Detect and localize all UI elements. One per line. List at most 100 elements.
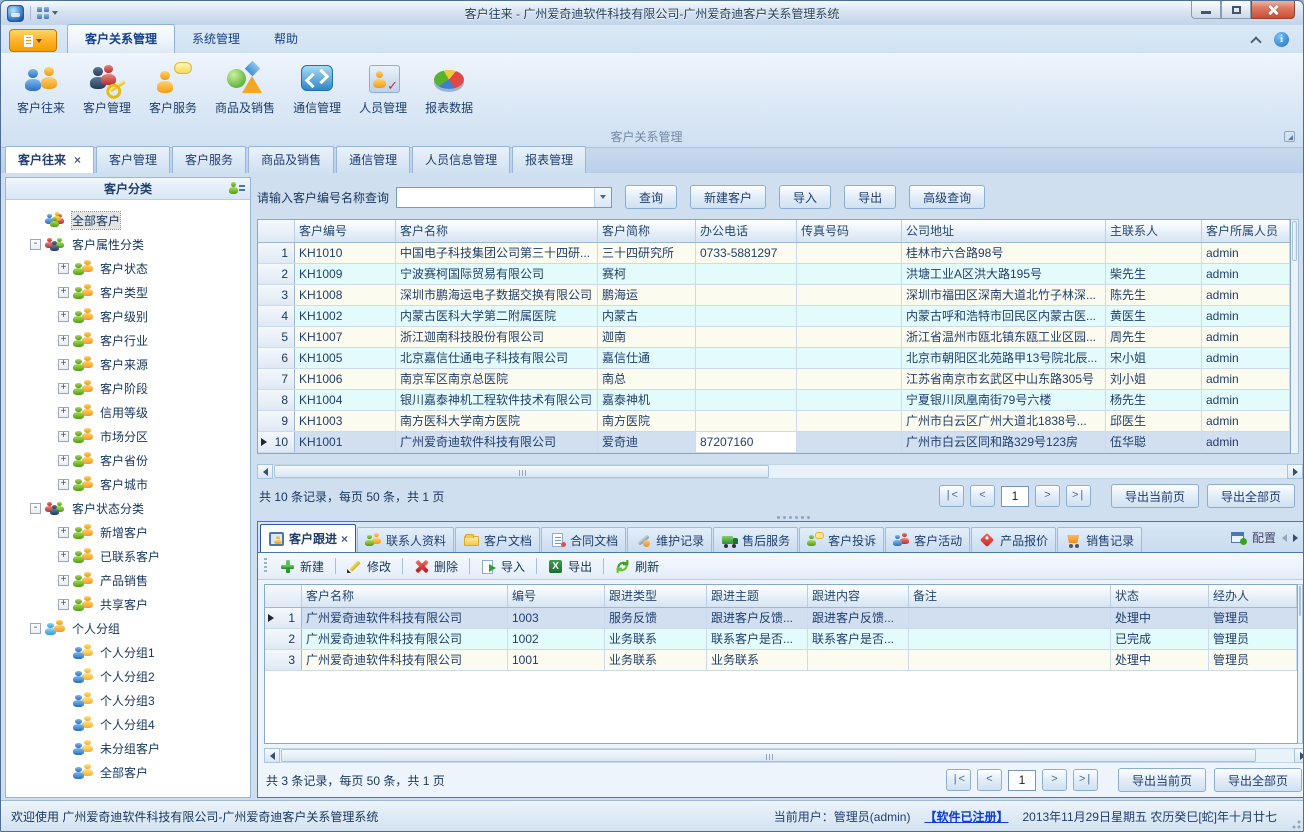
scroll-right-button[interactable] — [1287, 464, 1303, 479]
advanced-query-button[interactable]: 高级查询 — [909, 185, 985, 209]
export-all-pages-button[interactable]: 导出全部页 — [1207, 484, 1295, 508]
tab-customer-activities[interactable]: 客户活动 — [885, 527, 970, 552]
tree-item-customer-level[interactable]: +客户级别 — [8, 304, 248, 328]
export-all-pages-button[interactable]: 导出全部页 — [1214, 768, 1302, 792]
dialog-launcher-icon[interactable] — [1284, 131, 1295, 142]
table-row[interactable]: 2广州爱奇迪软件科技有限公司1002业务联系联系客户是否...联系客户是否...… — [265, 629, 1297, 650]
tree-expander[interactable]: + — [58, 311, 69, 322]
page-number-input[interactable]: 1 — [1001, 486, 1029, 507]
ribbon-button-goods-sales[interactable]: 商品及销售 — [207, 58, 283, 119]
ribbon-tab-crm[interactable]: 客户关系管理 — [67, 24, 175, 53]
tree-item-new-customers[interactable]: +新增客户 — [8, 520, 248, 544]
locate-customer-icon[interactable] — [229, 181, 245, 196]
splitter-handle[interactable] — [257, 513, 1299, 521]
tree-expander[interactable]: + — [58, 335, 69, 346]
maximize-button[interactable] — [1221, 1, 1251, 19]
col-header[interactable]: 客户简称 — [598, 220, 696, 242]
tree-item-all-customers[interactable]: 全部客户 — [8, 208, 248, 232]
col-header[interactable]: 跟进主题 — [707, 585, 808, 607]
tree-expander[interactable] — [58, 743, 69, 754]
table-row-selected[interactable]: 10KH1001广州爱奇迪软件科技有限公司爱奇迪87207160广州市白云区同和… — [258, 432, 1290, 453]
tree-expander[interactable] — [58, 647, 69, 658]
horizontal-scrollbar[interactable] — [264, 748, 1304, 763]
col-header[interactable]: 编号 — [508, 585, 605, 607]
tree-expander[interactable]: + — [58, 383, 69, 394]
table-row[interactable]: 4KH1002内蒙古医科大学第二附属医院内蒙古内蒙古呼和浩特市回民区内蒙古医..… — [258, 306, 1290, 327]
tree-item-shared-customers[interactable]: +共享客户 — [8, 592, 248, 616]
export-records-button[interactable]: 导出 — [544, 556, 596, 577]
new-record-button[interactable]: 新建 — [276, 556, 328, 577]
tree-item-group2[interactable]: 个人分组2 — [8, 664, 248, 688]
horizontal-scrollbar[interactable] — [257, 464, 1303, 479]
col-header[interactable]: 跟进内容 — [808, 585, 909, 607]
col-header[interactable]: 办公电话 — [696, 220, 797, 242]
tree-expander[interactable]: - — [30, 239, 41, 250]
tab-customer-followup[interactable]: 客户跟进× — [260, 524, 356, 552]
last-page-button[interactable]: >| — [1066, 485, 1091, 507]
search-input[interactable] — [397, 188, 594, 207]
delete-record-button[interactable]: 删除 — [410, 556, 462, 577]
tab-scroll-left-icon[interactable] — [1282, 534, 1287, 542]
tree-item-contacted-customers[interactable]: +已联系客户 — [8, 544, 248, 568]
tree-item-product-sales[interactable]: +产品销售 — [8, 568, 248, 592]
tree-expander[interactable]: + — [58, 455, 69, 466]
query-button[interactable]: 查询 — [625, 185, 677, 209]
resize-grip[interactable] — [1289, 817, 1301, 829]
tree-item-customer-city[interactable]: +客户城市 — [8, 472, 248, 496]
col-header[interactable]: 主联系人 — [1106, 220, 1202, 242]
ribbon-button-customer-visits[interactable]: 客户往来 — [9, 58, 73, 119]
scrollbar-thumb[interactable] — [274, 465, 769, 478]
tree-item-customer-industry[interactable]: +客户行业 — [8, 328, 248, 352]
col-header[interactable]: 客户名称 — [396, 220, 598, 242]
tree-expander[interactable] — [30, 215, 41, 226]
doc-tab-customer-manage[interactable]: 客户管理 — [96, 146, 170, 173]
col-header[interactable]: 客户所属人员 — [1202, 220, 1290, 242]
doc-tab-customer-visits[interactable]: 客户往来× — [5, 146, 94, 173]
tree-expander[interactable] — [58, 767, 69, 778]
doc-tab-goods-sales[interactable]: 商品及销售 — [248, 146, 334, 173]
table-row[interactable]: 1KH1010中国电子科技集团公司第三十四研...三十四研究所0733-5881… — [258, 243, 1290, 264]
ribbon-tab-system[interactable]: 系统管理 — [175, 25, 257, 53]
table-row[interactable]: 7KH1006南京军区南京总医院南总江苏省南京市玄武区中山东路305号刘小姐ad… — [258, 369, 1290, 390]
tree-expander[interactable]: - — [30, 503, 41, 514]
col-header[interactable]: 备注 — [909, 585, 1111, 607]
tree-item-customer-source[interactable]: +客户来源 — [8, 352, 248, 376]
close-tab-icon[interactable]: × — [341, 534, 348, 544]
tree-item-market-zone[interactable]: +市场分区 — [8, 424, 248, 448]
ribbon-tab-help[interactable]: 帮助 — [257, 25, 315, 53]
tree-expander[interactable]: + — [58, 431, 69, 442]
table-row[interactable]: 2KH1009宁波赛柯国际贸易有限公司赛柯洪塘工业A区洪大路195号柴先生adm… — [258, 264, 1290, 285]
first-page-button[interactable]: |< — [946, 769, 971, 791]
doc-tab-personnel-info[interactable]: 人员信息管理 — [412, 146, 510, 173]
prev-page-button[interactable]: < — [970, 485, 995, 507]
col-header[interactable]: 经办人 — [1209, 585, 1297, 607]
tree-item-group3[interactable]: 个人分组3 — [8, 688, 248, 712]
tree-item-group1[interactable]: 个人分组1 — [8, 640, 248, 664]
tree-item-group4[interactable]: 个人分组4 — [8, 712, 248, 736]
tree-expander[interactable]: + — [58, 551, 69, 562]
new-customer-button[interactable]: 新建客户 — [690, 185, 766, 209]
tree-item-customer-type[interactable]: +客户类型 — [8, 280, 248, 304]
col-header[interactable]: 跟进类型 — [605, 585, 707, 607]
tree-item-ungrouped[interactable]: 未分组客户 — [8, 736, 248, 760]
scrollbar-thumb[interactable] — [281, 749, 1256, 762]
tab-aftersales-service[interactable]: 售后服务 — [713, 527, 798, 552]
export-button[interactable]: 导出 — [844, 185, 896, 209]
ribbon-button-personnel[interactable]: 人员管理 — [351, 58, 415, 119]
ribbon-button-customer-manage[interactable]: 客户管理 — [75, 58, 139, 119]
edit-record-button[interactable]: 修改 — [343, 556, 395, 577]
prev-page-button[interactable]: < — [977, 769, 1002, 791]
phone-edit-cell[interactable]: 87207160 — [696, 432, 797, 452]
col-header[interactable]: 客户编号 — [295, 220, 396, 242]
import-button[interactable]: 导入 — [779, 185, 831, 209]
scrollbar-thumb[interactable] — [1292, 221, 1297, 261]
license-status-link[interactable]: 【软件已注册】 — [924, 808, 1008, 825]
tree-item-credit-rating[interactable]: +信用等级 — [8, 400, 248, 424]
col-header[interactable]: 传真号码 — [797, 220, 902, 242]
tree-expander[interactable]: + — [58, 263, 69, 274]
last-page-button[interactable]: >| — [1073, 769, 1098, 791]
first-page-button[interactable]: |< — [939, 485, 964, 507]
ribbon-button-report-data[interactable]: 报表数据 — [417, 58, 481, 119]
table-row[interactable]: 8KH1004银川嘉泰神机工程软件技术有限公司嘉泰神机宁夏银川凤凰南街79号六楼… — [258, 390, 1290, 411]
table-row[interactable]: 3广州爱奇迪软件科技有限公司1001业务联系业务联系处理中管理员 — [265, 650, 1297, 671]
